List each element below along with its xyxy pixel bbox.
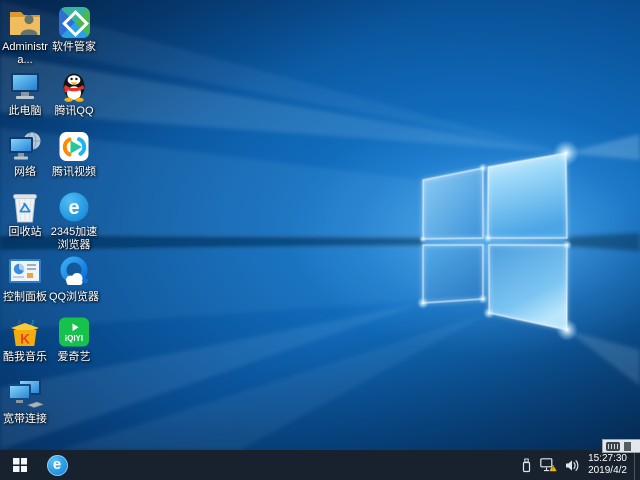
user-folder-icon	[6, 5, 44, 39]
desktop-icon-label: 控制面板	[3, 291, 47, 304]
qq-browser-icon	[55, 255, 93, 289]
desktop-icon-label: QQ浏览器	[49, 291, 99, 304]
desktop-icon-label: 网络	[14, 166, 36, 179]
windows-logo-icon	[13, 458, 27, 472]
network-warning-icon[interactable]: !	[540, 450, 557, 480]
software-manager-icon	[55, 5, 93, 39]
taskbar-pinned-browser[interactable]: e	[40, 450, 74, 480]
desktop-icon-tencent-video[interactable]: 腾讯视频	[46, 130, 102, 179]
desktop-icon-label: 回收站	[9, 226, 42, 239]
desktop-icon-iqiyi[interactable]: iQIYI 爱奇艺	[46, 315, 102, 364]
desktop-icon-label: 宽带连接	[3, 413, 47, 426]
volume-icon[interactable]	[565, 450, 579, 480]
desktop-icon-label: 腾讯视频	[52, 166, 96, 179]
iqiyi-icon: iQIYI	[55, 315, 93, 349]
desktop-icon-label: 软件管家	[52, 41, 96, 54]
desktop-icon-tencent-qq[interactable]: 腾讯QQ	[46, 69, 102, 118]
broadband-connection-icon	[6, 377, 44, 411]
svg-text:iQIYI: iQIYI	[65, 334, 83, 343]
desktop-icon-qq-browser[interactable]: QQ浏览器	[46, 255, 102, 304]
svg-text:e: e	[68, 197, 79, 219]
network-globe-icon	[6, 130, 44, 164]
e-browser-2345-icon: e	[55, 190, 93, 224]
control-panel-icon	[6, 255, 44, 289]
desktop-surface[interactable]: Administra... 此电脑	[0, 0, 640, 450]
e-browser-taskbar-icon: e	[47, 455, 68, 476]
start-button[interactable]	[0, 450, 40, 480]
system-tray: ! 15:27:30 2019/4/2	[517, 450, 640, 480]
desktop-icon-label: 酷我音乐	[3, 351, 47, 364]
desktop-icon-label: 腾讯QQ	[54, 105, 93, 118]
taskbar-clock[interactable]: 15:27:30 2019/4/2	[588, 453, 627, 477]
show-desktop-button[interactable]	[634, 450, 640, 480]
svg-text:K: K	[20, 332, 30, 347]
clock-date: 2019/4/2	[588, 465, 627, 477]
desktop-icon-broadband[interactable]: 宽带连接	[0, 377, 53, 426]
clock-time: 15:27:30	[588, 453, 627, 465]
windows-logo-panes	[423, 153, 567, 330]
desktop-icon-2345-browser[interactable]: e 2345加速浏览器	[46, 190, 102, 252]
desktop-icon-software-manager[interactable]: 软件管家	[46, 5, 102, 54]
kuwo-music-icon: ♪ ♪ K	[6, 315, 44, 349]
tencent-video-icon	[55, 130, 93, 164]
this-pc-icon	[6, 69, 44, 103]
ime-menu-icon	[624, 442, 631, 451]
desktop-icon-label: 爱奇艺	[58, 351, 91, 364]
qq-penguin-icon	[55, 69, 93, 103]
usb-device-icon[interactable]	[521, 450, 532, 480]
taskbar: e !	[0, 450, 640, 480]
recycle-bin-icon	[6, 190, 44, 224]
input-method-toolbar[interactable]	[602, 439, 640, 453]
windows-desktop-screen: Administra... 此电脑	[0, 0, 640, 480]
desktop-icon-label: 此电脑	[9, 105, 42, 118]
desktop-icon-label: 2345加速浏览器	[46, 226, 102, 252]
keyboard-icon	[606, 442, 620, 451]
